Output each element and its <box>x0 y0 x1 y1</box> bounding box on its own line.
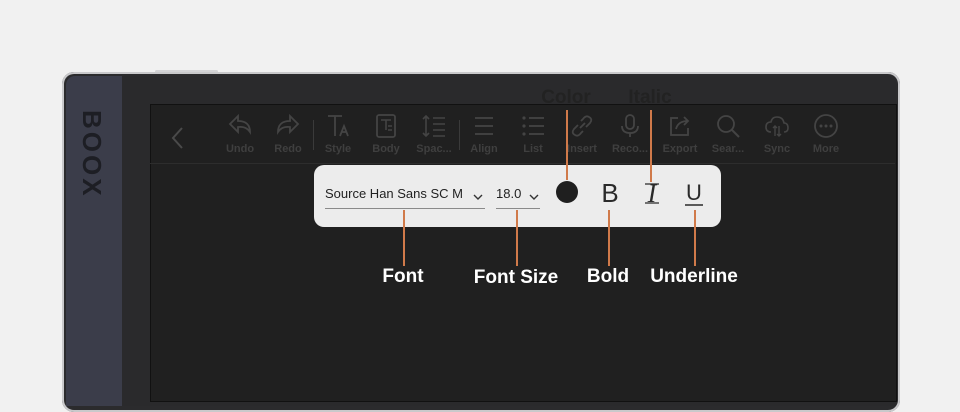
export-label: Export <box>662 143 698 155</box>
bold-callout-line <box>608 210 610 266</box>
export-button[interactable]: Export <box>654 112 706 158</box>
redo-icon <box>277 113 300 135</box>
font-value: Source Han Sans SC M <box>325 186 464 201</box>
search-icon <box>717 115 740 138</box>
export-icon <box>670 116 690 136</box>
font-size-value: 18.0 <box>496 186 522 201</box>
body-button[interactable]: Body <box>360 112 412 158</box>
italic-callout-line <box>650 110 652 182</box>
list-label: List <box>523 143 543 155</box>
record-button[interactable]: Reco... <box>604 112 656 158</box>
record-label: Reco... <box>611 143 649 155</box>
sync-button[interactable]: Sync <box>751 112 803 158</box>
font-callout: Font <box>382 266 424 287</box>
link-icon <box>571 115 593 137</box>
undo-icon <box>228 113 251 135</box>
italic-button[interactable]: I <box>638 178 666 208</box>
cloud-sync-icon <box>765 116 789 137</box>
redo-label: Redo <box>274 143 302 155</box>
style-button[interactable]: Style <box>312 112 364 158</box>
bold-button[interactable]: B <box>596 178 624 208</box>
insert-label: Insert <box>567 143 597 155</box>
style-label: Style <box>324 143 352 155</box>
insert-button[interactable]: Insert <box>556 112 608 158</box>
font-size-callout: Font Size <box>473 267 559 288</box>
body-label: Body <box>372 143 400 155</box>
more-button[interactable]: More <box>800 112 852 158</box>
list-button[interactable]: List <box>507 112 559 158</box>
font-size-callout-line <box>516 210 518 266</box>
spacing-button[interactable]: Spac... <box>408 112 460 158</box>
align-button[interactable]: Align <box>458 112 510 158</box>
toolbar-divider <box>150 163 895 164</box>
chevron-down-icon <box>529 194 539 200</box>
bold-callout: Bold <box>586 266 630 287</box>
undo-label: Undo <box>225 143 255 155</box>
spacing-label: Spac... <box>416 143 452 155</box>
bold-icon: B <box>601 178 618 208</box>
more-icon <box>814 114 838 138</box>
line-spacing-icon <box>422 114 445 138</box>
font-dropdown[interactable]: Source Han Sans SC M <box>325 184 485 209</box>
chevron-down-icon <box>473 194 483 200</box>
search-button[interactable]: Sear... <box>702 112 754 158</box>
list-icon <box>522 116 544 136</box>
more-label: More <box>812 143 840 155</box>
italic-icon: I <box>647 179 658 208</box>
sync-label: Sync <box>763 143 791 155</box>
underline-callout-line <box>694 210 696 266</box>
search-label: Sear... <box>711 143 745 155</box>
underline-button[interactable]: U <box>680 178 708 208</box>
align-label: Align <box>470 143 498 155</box>
redo-button[interactable]: Redo <box>262 112 314 158</box>
font-size-dropdown[interactable]: 18.0 <box>496 184 540 209</box>
color-swatch-button[interactable] <box>556 181 578 203</box>
brand-logo: BOOX <box>77 110 107 199</box>
microphone-icon <box>621 114 639 137</box>
undo-button[interactable]: Undo <box>214 112 266 158</box>
font-callout-line <box>403 210 405 266</box>
text-style-icon <box>328 115 349 137</box>
back-arrow-icon[interactable] <box>168 123 188 153</box>
color-callout-line <box>566 110 568 180</box>
color-callout: Color <box>541 87 591 108</box>
body-text-icon <box>376 114 396 138</box>
italic-callout: Italic <box>628 87 672 108</box>
align-icon <box>475 117 493 135</box>
underline-callout: Underline <box>650 266 738 287</box>
underline-icon: U <box>686 180 702 205</box>
